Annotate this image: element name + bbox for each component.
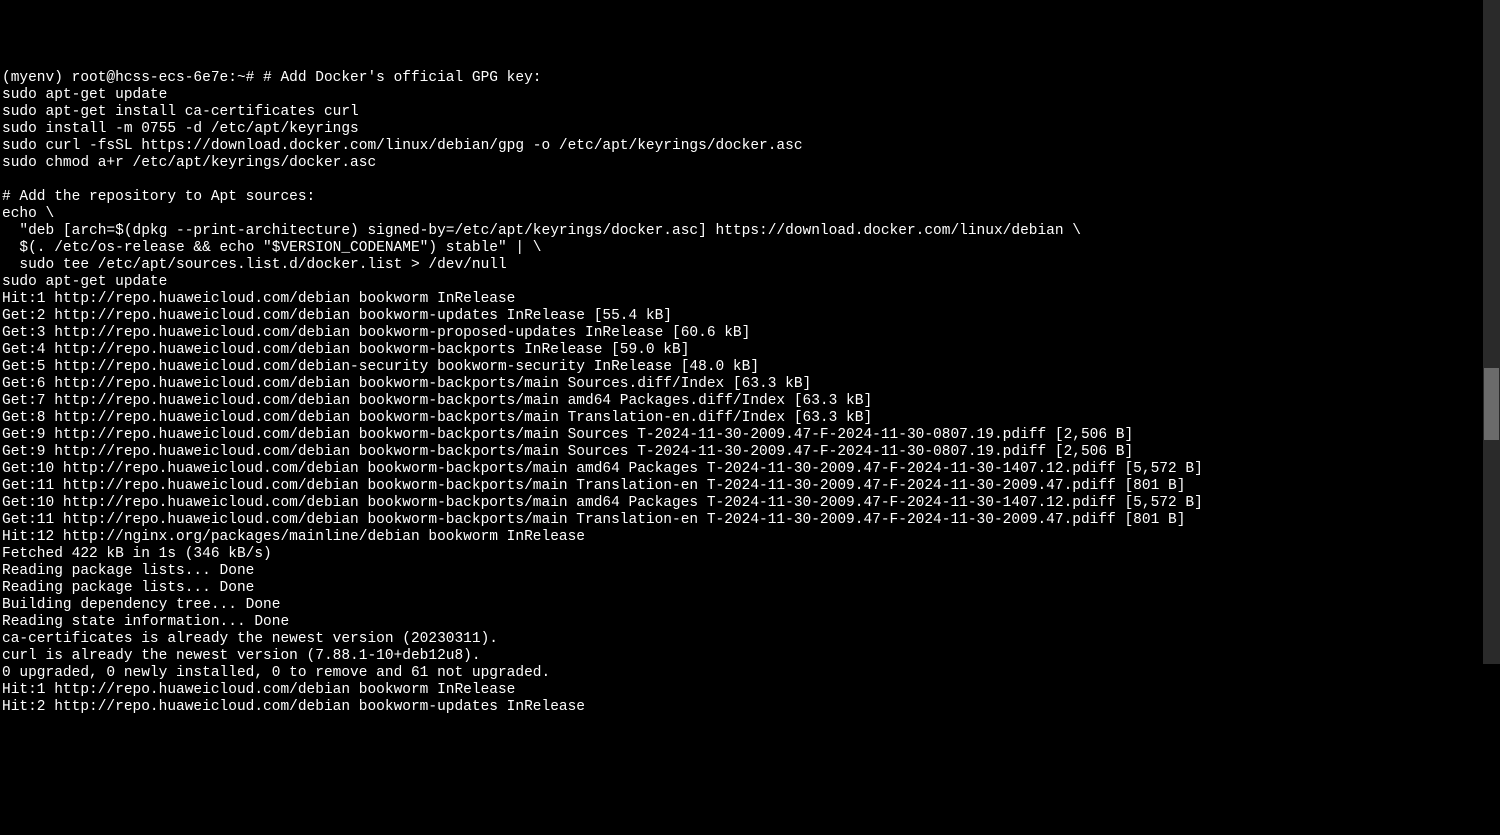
terminal-line: Get:11 http://repo.huaweicloud.com/debia… bbox=[2, 512, 1480, 529]
terminal-line: $(. /etc/os-release && echo "$VERSION_CO… bbox=[2, 240, 1480, 257]
terminal-line: sudo apt-get install ca-certificates cur… bbox=[2, 104, 1480, 121]
terminal-line: echo \ bbox=[2, 206, 1480, 223]
terminal-line: Get:10 http://repo.huaweicloud.com/debia… bbox=[2, 495, 1480, 512]
terminal-line: Get:7 http://repo.huaweicloud.com/debian… bbox=[2, 393, 1480, 410]
terminal-line: Get:4 http://repo.huaweicloud.com/debian… bbox=[2, 342, 1480, 359]
terminal-line: sudo install -m 0755 -d /etc/apt/keyring… bbox=[2, 121, 1480, 138]
terminal-line: curl is already the newest version (7.88… bbox=[2, 648, 1480, 665]
terminal-line: sudo apt-get update bbox=[2, 87, 1480, 104]
terminal-line: sudo apt-get update bbox=[2, 274, 1480, 291]
terminal-line: Reading package lists... Done bbox=[2, 563, 1480, 580]
scrollbar-track[interactable] bbox=[1483, 0, 1500, 664]
terminal-line: Hit:1 http://repo.huaweicloud.com/debian… bbox=[2, 291, 1480, 308]
terminal-line: Get:8 http://repo.huaweicloud.com/debian… bbox=[2, 410, 1480, 427]
terminal-line: Get:11 http://repo.huaweicloud.com/debia… bbox=[2, 478, 1480, 495]
terminal-line: sudo curl -fsSL https://download.docker.… bbox=[2, 138, 1480, 155]
terminal-line: Hit:12 http://nginx.org/packages/mainlin… bbox=[2, 529, 1480, 546]
terminal-line: Hit:2 http://repo.huaweicloud.com/debian… bbox=[2, 699, 1480, 716]
scrollbar-thumb[interactable] bbox=[1484, 368, 1499, 440]
terminal-line: # Add the repository to Apt sources: bbox=[2, 189, 1480, 206]
terminal-line: sudo chmod a+r /etc/apt/keyrings/docker.… bbox=[2, 155, 1480, 172]
terminal-line: Get:6 http://repo.huaweicloud.com/debian… bbox=[2, 376, 1480, 393]
terminal-line: Get:9 http://repo.huaweicloud.com/debian… bbox=[2, 444, 1480, 461]
terminal-line: Building dependency tree... Done bbox=[2, 597, 1480, 614]
terminal-line: sudo tee /etc/apt/sources.list.d/docker.… bbox=[2, 257, 1480, 274]
terminal-line: Get:10 http://repo.huaweicloud.com/debia… bbox=[2, 461, 1480, 478]
terminal-line: Reading state information... Done bbox=[2, 614, 1480, 631]
terminal-line: ca-certificates is already the newest ve… bbox=[2, 631, 1480, 648]
terminal-line: (myenv) root@hcss-ecs-6e7e:~# # Add Dock… bbox=[2, 70, 1480, 87]
terminal-line: Fetched 422 kB in 1s (346 kB/s) bbox=[2, 546, 1480, 563]
terminal-line: Get:9 http://repo.huaweicloud.com/debian… bbox=[2, 427, 1480, 444]
terminal-line: "deb [arch=$(dpkg --print-architecture) … bbox=[2, 223, 1480, 240]
terminal-line: 0 upgraded, 0 newly installed, 0 to remo… bbox=[2, 665, 1480, 682]
terminal-output[interactable]: (myenv) root@hcss-ecs-6e7e:~# # Add Dock… bbox=[0, 68, 1480, 716]
terminal-line: Reading package lists... Done bbox=[2, 580, 1480, 597]
terminal-line: Get:3 http://repo.huaweicloud.com/debian… bbox=[2, 325, 1480, 342]
terminal-line: Get:5 http://repo.huaweicloud.com/debian… bbox=[2, 359, 1480, 376]
terminal-line: Hit:1 http://repo.huaweicloud.com/debian… bbox=[2, 682, 1480, 699]
terminal-line: Get:2 http://repo.huaweicloud.com/debian… bbox=[2, 308, 1480, 325]
terminal-line bbox=[2, 172, 1480, 189]
